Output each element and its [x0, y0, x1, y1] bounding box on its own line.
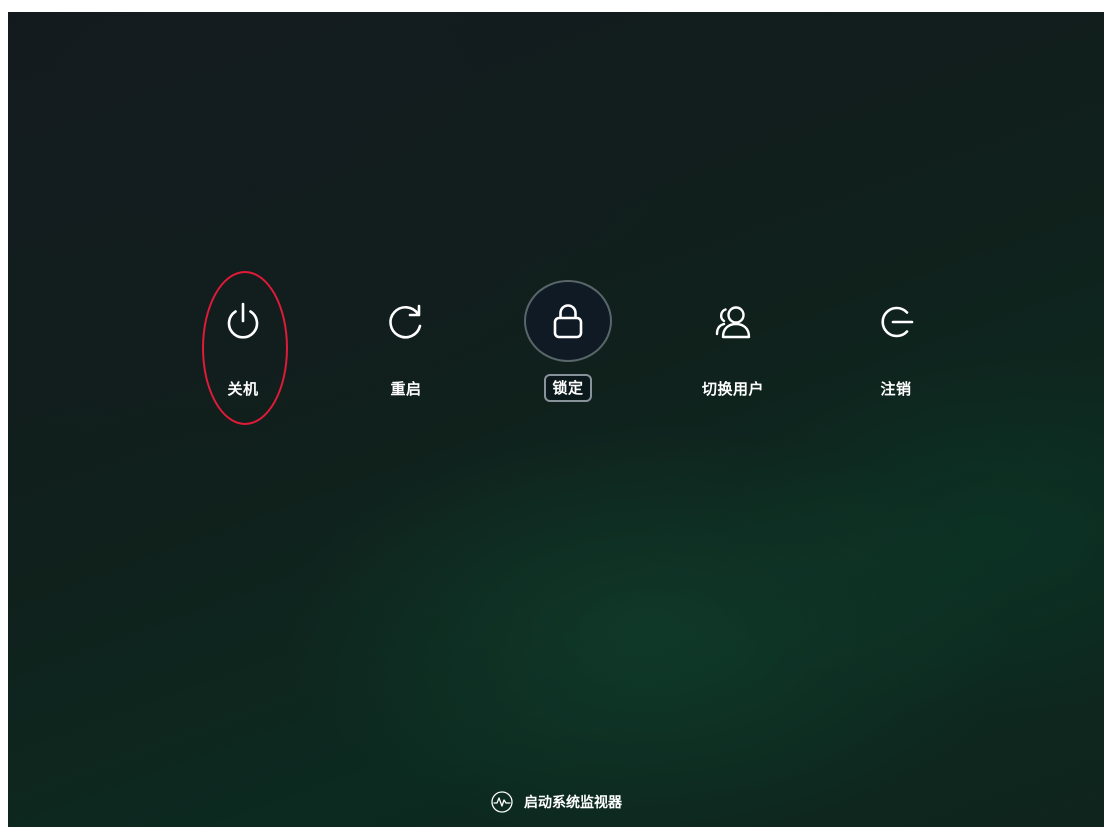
lock-icon: [553, 304, 583, 339]
shutdown-button[interactable]: 关机: [183, 282, 303, 402]
shutdown-icon-wrap: [201, 282, 285, 362]
system-monitor-button[interactable]: 启动系统监视器: [8, 790, 1104, 814]
switch-user-label: 切换用户: [701, 380, 764, 398]
logout-icon: [881, 306, 914, 338]
restart-icon: [389, 304, 422, 339]
lock-button[interactable]: 锁定: [508, 282, 628, 402]
session-menu-screen: 关机 重启 锁定 切换用户 注销 启动系统监视器: [8, 12, 1104, 827]
lock-icon-wrap: [526, 282, 610, 360]
shutdown-label: 关机: [227, 380, 259, 398]
system-monitor-label: 启动系统监视器: [524, 795, 622, 811]
logout-button[interactable]: 注销: [836, 282, 956, 402]
reboot-label: 重启: [390, 380, 422, 398]
lock-label: 锁定: [544, 374, 592, 402]
logout-icon-wrap: [854, 282, 938, 362]
reboot-button[interactable]: 重启: [346, 282, 466, 402]
logout-label: 注销: [880, 380, 912, 398]
switch-user-button[interactable]: 切换用户: [673, 282, 793, 402]
users-icon: [715, 306, 751, 339]
system-monitor-icon: [491, 791, 513, 813]
power-icon: [227, 302, 259, 339]
reboot-icon-wrap: [364, 282, 448, 362]
switch-user-icon-wrap: [691, 282, 775, 362]
